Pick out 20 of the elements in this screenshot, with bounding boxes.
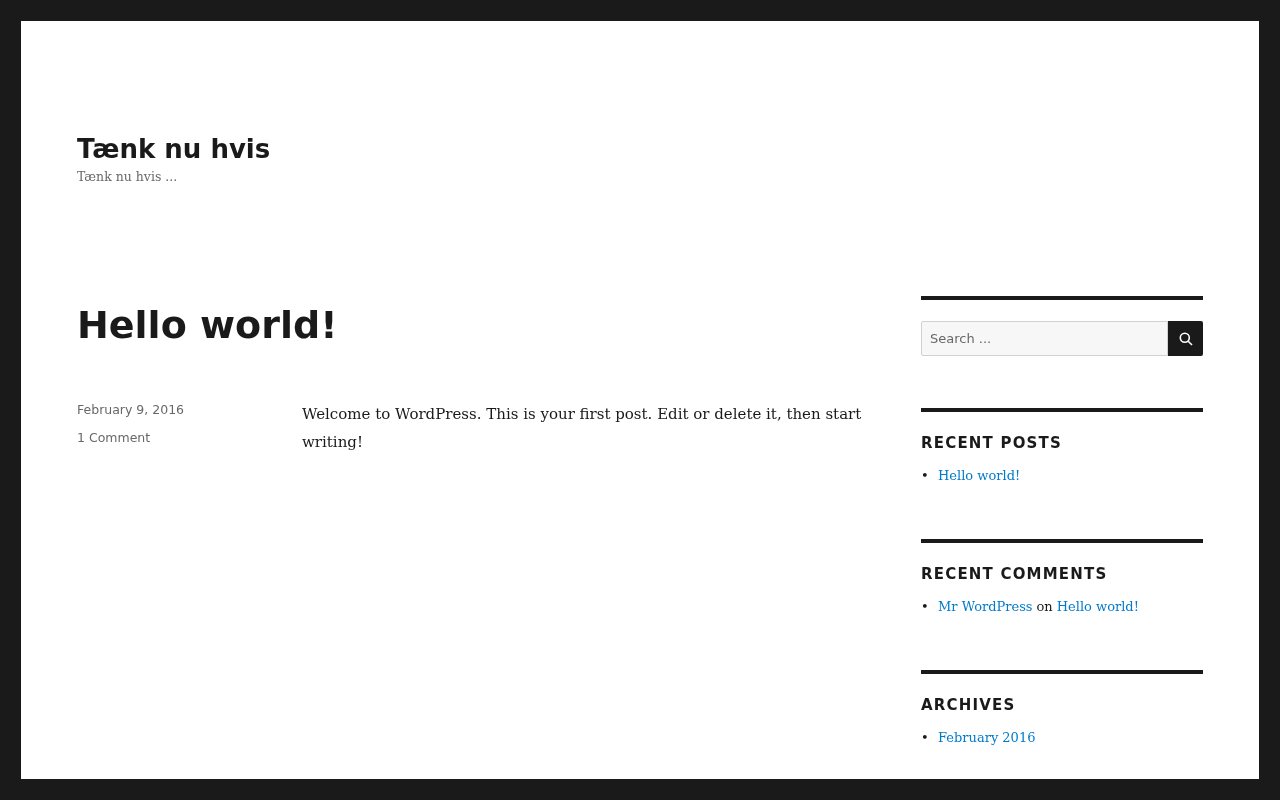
post-body: Welcome to WordPress. This is your first post. Edit or delete it, then start writing!: [302, 404, 863, 453]
site-title[interactable]: Tænk nu hvis: [77, 131, 271, 167]
search-icon: [1178, 331, 1193, 346]
bullet: •: [921, 729, 930, 747]
widget-title: ARCHIVES: [921, 695, 1017, 715]
connector-text: on: [1036, 598, 1053, 616]
bullet: •: [921, 467, 930, 485]
sidebar-link[interactable]: Mr WordPress: [938, 596, 1033, 618]
sidebar-link[interactable]: February 2016: [938, 727, 1036, 749]
widget-title: RECENT POSTS: [921, 433, 1064, 453]
post-title: Hello world!: [77, 302, 339, 348]
search-field[interactable]: Search ...: [921, 321, 1168, 356]
widget-title: RECENT COMMENTS: [921, 564, 1109, 584]
sidebar-link[interactable]: Hello world!: [938, 465, 1021, 487]
comments-link[interactable]: 1 Comment: [77, 429, 302, 447]
post-date[interactable]: February 9, 2016: [77, 401, 302, 419]
sidebar-link[interactable]: Hello world!: [1056, 596, 1139, 618]
bullet: •: [921, 598, 930, 616]
site-tagline: Tænk nu hvis ...: [77, 169, 179, 184]
search-button[interactable]: [1168, 321, 1203, 356]
